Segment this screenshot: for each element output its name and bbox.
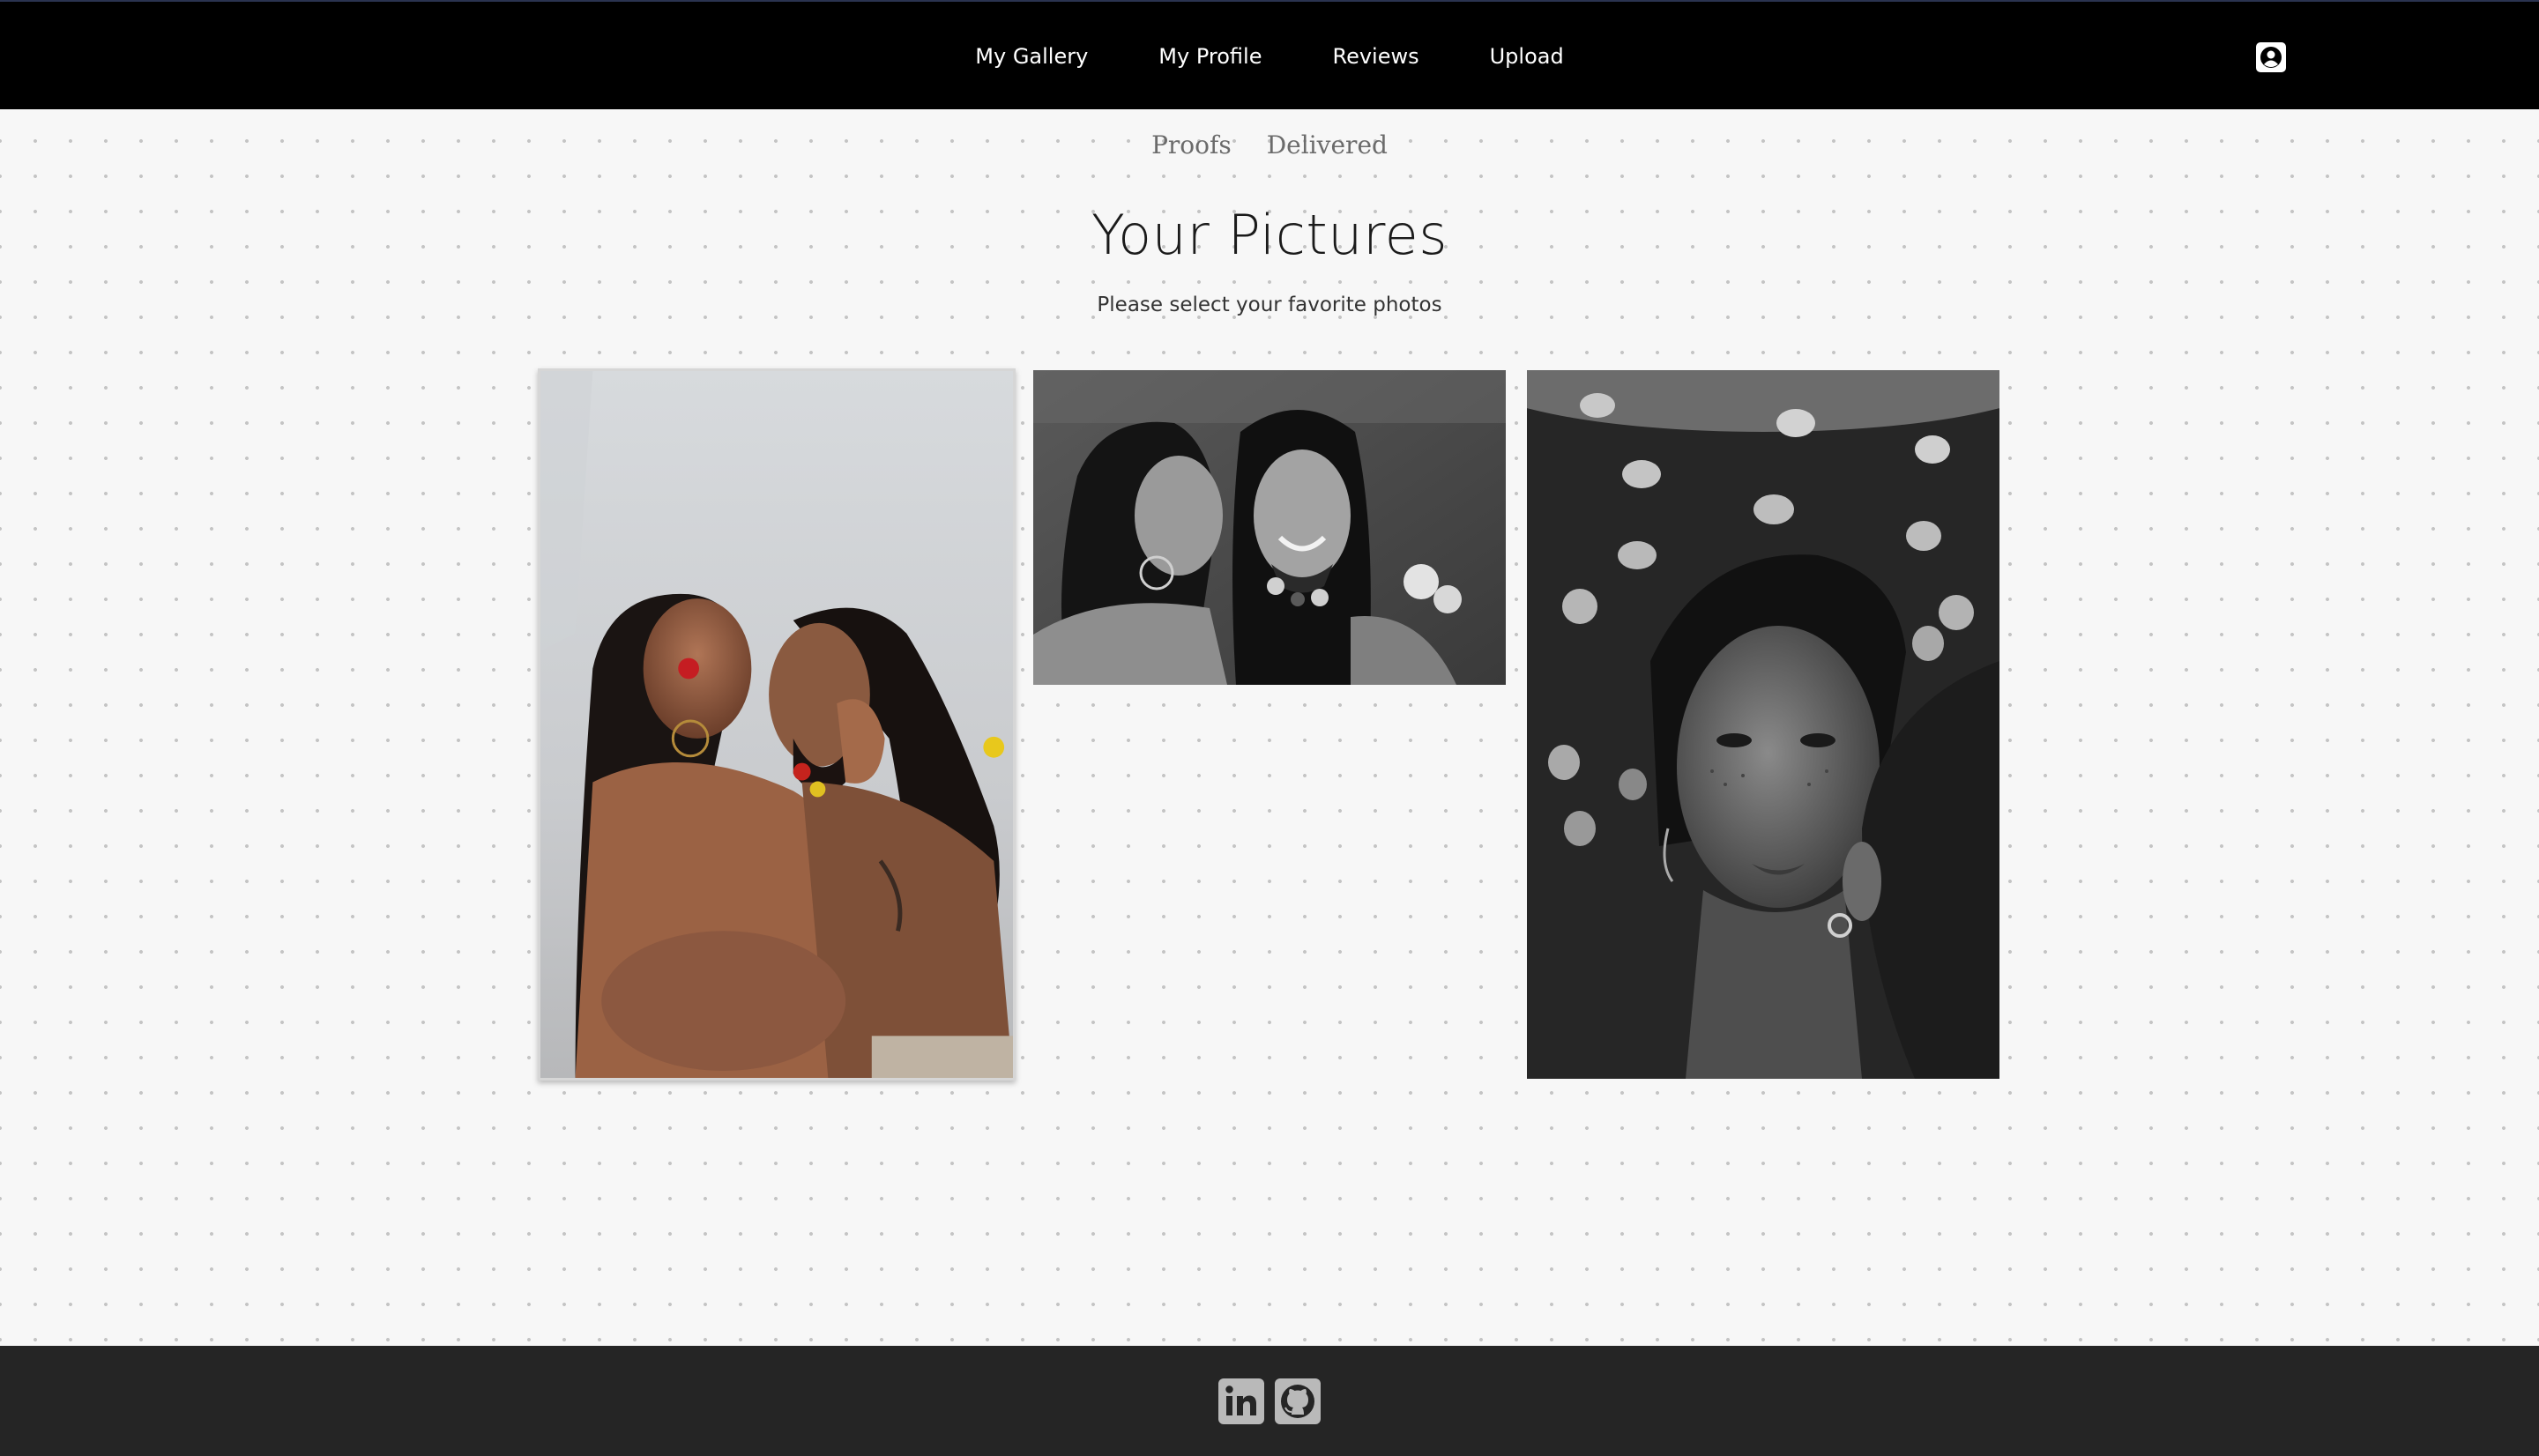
top-navbar: My Gallery My Profile Reviews Upload xyxy=(0,0,2539,109)
nav-item-my-profile[interactable]: My Profile xyxy=(1123,44,1297,69)
photo-couple-kissing-color xyxy=(540,371,1013,1078)
github-icon[interactable] xyxy=(1275,1378,1321,1424)
nav-item-reviews[interactable]: Reviews xyxy=(1297,44,1454,69)
photo-card-portrait-woman[interactable] xyxy=(1527,370,1999,1079)
nav-item-upload[interactable]: Upload xyxy=(1455,44,1599,69)
nav-links: My Gallery My Profile Reviews Upload xyxy=(0,2,2539,111)
tab-delivered[interactable]: Delivered xyxy=(1267,130,1388,160)
page-title: Your Pictures xyxy=(1091,203,1448,267)
photo-card-couple-smiling[interactable] xyxy=(1033,370,1506,685)
nav-item-my-gallery[interactable]: My Gallery xyxy=(940,44,1123,69)
tab-proofs[interactable]: Proofs xyxy=(1151,130,1232,160)
photo-portrait-woman-bw xyxy=(1527,370,1999,1079)
gallery-subnav: Proofs Delivered xyxy=(0,130,2539,160)
footer xyxy=(0,1346,2539,1456)
linkedin-icon[interactable] xyxy=(1218,1378,1264,1424)
user-circle-icon[interactable] xyxy=(2256,42,2286,72)
page-subtitle: Please select your favorite photos xyxy=(1097,293,1442,316)
photo-couple-smiling-bw xyxy=(1033,370,1506,685)
photo-card-couple-kissing[interactable] xyxy=(538,368,1016,1081)
